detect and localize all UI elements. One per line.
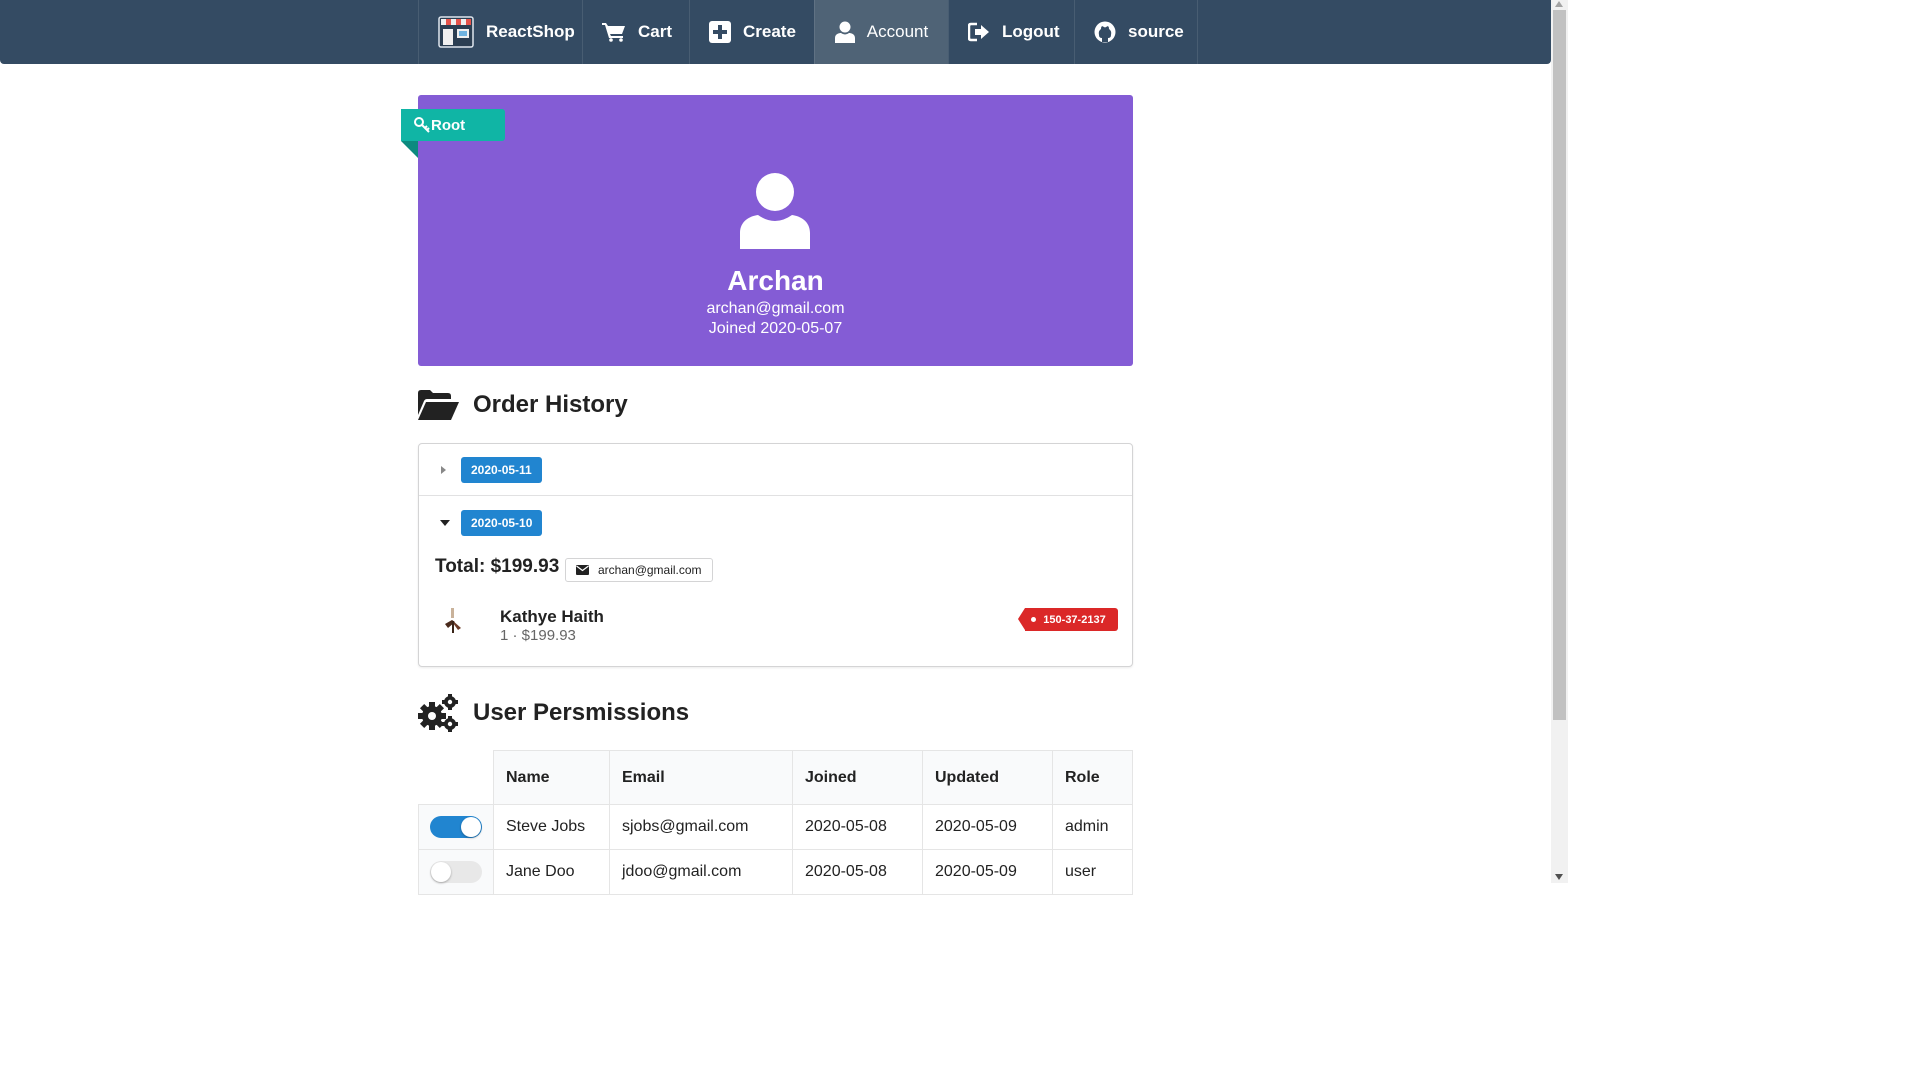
tag-dot: [1031, 617, 1036, 622]
root-ribbon-label: Root: [401, 109, 505, 141]
table-row: Steve Jobs sjobs@gmail.com 2020-05-08 20…: [418, 805, 1133, 850]
table-header-role: Role: [1052, 750, 1133, 805]
menu-item-logout[interactable]: Logout: [948, 0, 1074, 64]
key-icon: [414, 117, 430, 137]
toggle-cell: [418, 805, 493, 850]
order-accordion-title-1[interactable]: 2020-05-11: [419, 444, 1132, 496]
menu-item-create[interactable]: Create: [689, 0, 814, 64]
sign-out-icon: [968, 22, 990, 42]
cell-role: user: [1052, 850, 1133, 895]
order-item-name: Kathye Haith: [500, 607, 604, 626]
profile-name: Archan: [727, 265, 824, 296]
order-history-heading: Order History: [418, 390, 628, 420]
cart-icon: [602, 22, 626, 42]
accordion-divider: [419, 495, 1132, 496]
menu-label-reactshop: ReactShop: [486, 22, 575, 41]
toggle-knob: [461, 817, 481, 837]
table-header-updated: Updated: [922, 750, 1052, 805]
folder-open-icon: [418, 390, 459, 420]
menu-item-account[interactable]: Account: [814, 0, 948, 64]
cell-updated: 2020-05-09: [922, 805, 1052, 850]
scroll-up-arrow-icon[interactable]: [1555, 1, 1563, 7]
shop-logo-icon: [438, 16, 474, 48]
cell-joined: 2020-05-08: [792, 805, 922, 850]
toggle-cell: [418, 850, 493, 895]
table-header-blank: [418, 750, 493, 805]
role-toggle[interactable]: [430, 861, 482, 883]
plus-square-icon: [709, 21, 731, 43]
top-navbar: ReactShop Cart Create Account Logout sou…: [0, 0, 1551, 64]
table-header-row: Name Email Joined Updated Role: [418, 750, 1133, 805]
cell-role: admin: [1052, 805, 1133, 850]
cogs-icon: [418, 694, 459, 732]
scroll-down-arrow-icon[interactable]: [1555, 874, 1563, 880]
menu-label-source: source: [1128, 22, 1184, 41]
caret-right-icon: [441, 466, 446, 474]
cell-name: Steve Jobs: [493, 805, 609, 850]
user-icon: [834, 21, 855, 43]
menu-item-source[interactable]: source: [1074, 0, 1198, 64]
caret-down-icon: [440, 520, 450, 526]
cell-email: sjobs@gmail.com: [609, 805, 792, 850]
order-date-label: 2020-05-11: [461, 457, 542, 483]
menu-label-create: Create: [743, 22, 796, 41]
github-icon: [1094, 21, 1116, 43]
menu-label-cart: Cart: [638, 22, 673, 41]
order-item-meta: 1 · $199.93: [500, 627, 576, 644]
ribbon-fold: [401, 141, 418, 158]
order-email-label: archan@gmail.com: [565, 558, 713, 582]
order-total: Total: $199.93: [435, 556, 560, 577]
cell-updated: 2020-05-09: [922, 850, 1052, 895]
product-thumbnail: [443, 608, 463, 639]
cell-joined: 2020-05-08: [792, 850, 922, 895]
profile-email: archan@gmail.com: [706, 300, 845, 317]
role-toggle[interactable]: [430, 816, 482, 838]
user-permissions-heading: User Persmissions: [418, 694, 689, 732]
order-item: Kathye Haith 1 · $199.93 150-37-2137: [435, 604, 1118, 648]
page-scrollbar[interactable]: [1551, 0, 1568, 883]
table-header-email: Email: [609, 750, 792, 805]
order-date-label: 2020-05-10: [461, 510, 543, 536]
scrollbar-thumb[interactable]: [1553, 10, 1566, 720]
user-permissions-table: Name Email Joined Updated Role Steve Job…: [418, 750, 1133, 895]
main-menu: ReactShop Cart Create Account Logout sou…: [418, 0, 1198, 64]
order-item-tag-text: 150-37-2137: [1043, 613, 1106, 626]
order-accordion-title-2[interactable]: 2020-05-10: [419, 497, 1132, 549]
user-permissions-title: User Persmissions: [473, 699, 690, 726]
menu-item-cart[interactable]: Cart: [582, 0, 689, 64]
menu-label-logout: Logout: [1002, 22, 1060, 41]
cell-email: jdoo@gmail.com: [609, 850, 792, 895]
order-history-accordion: 2020-05-11 2020-05-10 Total: $199.93 arc…: [418, 443, 1133, 667]
order-history-title: Order History: [473, 391, 628, 418]
envelope-icon: [576, 565, 589, 575]
user-avatar-icon: [740, 173, 810, 254]
cell-name: Jane Doo: [493, 850, 609, 895]
menu-item-reactshop[interactable]: ReactShop: [418, 0, 582, 64]
toggle-knob: [431, 862, 451, 882]
table-row: Jane Doo jdoo@gmail.com 2020-05-08 2020-…: [418, 850, 1133, 895]
order-email-text: archan@gmail.com: [598, 563, 702, 577]
table-header-joined: Joined: [792, 750, 922, 805]
order-item-tag: 150-37-2137: [1018, 608, 1118, 631]
profile-card: Archan archan@gmail.com Joined 2020-05-0…: [418, 95, 1133, 366]
table-header-name: Name: [493, 750, 609, 805]
menu-label-account: Account: [866, 22, 929, 41]
profile-joined-date: Joined 2020-05-07: [708, 320, 843, 337]
ribbon-text: Root: [431, 116, 466, 134]
